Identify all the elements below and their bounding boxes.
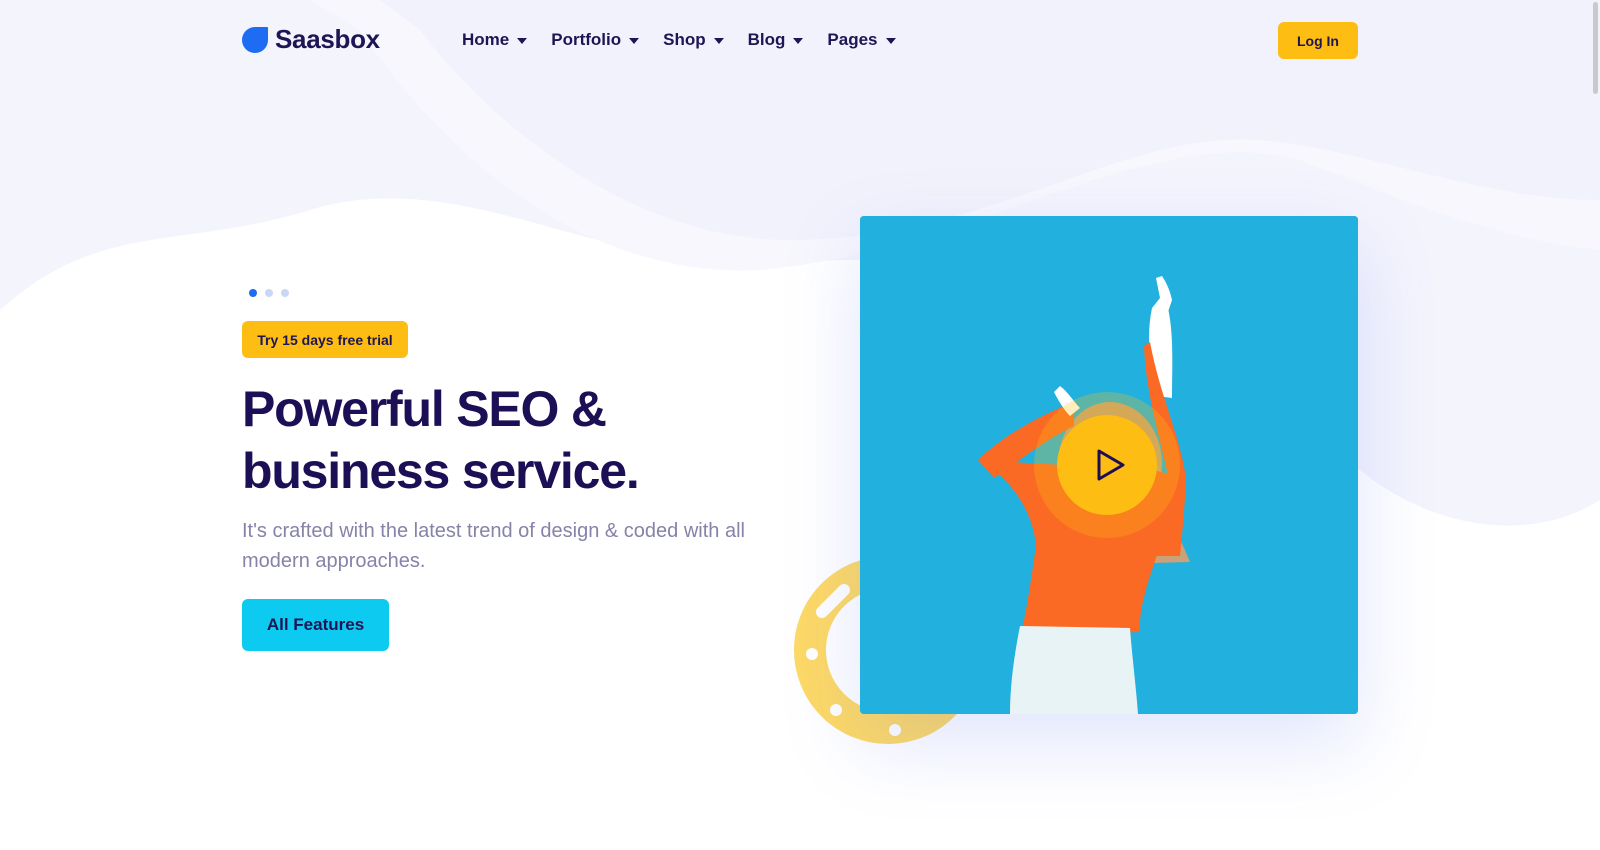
free-trial-badge[interactable]: Try 15 days free trial: [242, 321, 408, 358]
caret-down-icon: [793, 38, 804, 44]
hero-title-line-1: Powerful SEO &: [242, 381, 607, 437]
caret-down-icon: [713, 38, 724, 44]
nav-item-label: Portfolio: [551, 30, 622, 49]
nav-item-pages[interactable]: Pages: [827, 28, 896, 52]
brand-name: Saasbox: [275, 24, 380, 54]
hero-video-card: [860, 216, 1358, 714]
nav-item-blog[interactable]: Blog: [748, 28, 804, 52]
caret-down-icon: [517, 38, 528, 44]
caret-down-icon: [885, 38, 896, 44]
play-icon: [1097, 449, 1124, 481]
scrollbar-thumb[interactable]: [1593, 2, 1598, 94]
slider-dot-3[interactable]: [281, 289, 289, 297]
hero-title: Powerful SEO & business service.: [242, 378, 640, 502]
brand-logo-icon: [242, 26, 268, 53]
hero-title-line-2: business service.: [242, 443, 640, 499]
all-features-button[interactable]: All Features: [242, 599, 389, 651]
page-scrollbar[interactable]: [1590, 0, 1600, 850]
caret-down-icon: [629, 38, 640, 44]
hero-subtitle: It's crafted with the latest trend of de…: [242, 520, 745, 572]
play-video-button[interactable]: [1057, 415, 1157, 515]
nav-item-shop[interactable]: Shop: [663, 28, 724, 52]
brand-logo[interactable]: Saasbox: [242, 24, 380, 55]
slider-dot-2[interactable]: [265, 289, 273, 297]
slider-dots: [249, 289, 297, 297]
nav-item-home[interactable]: Home: [462, 28, 528, 52]
main-nav: Home Portfolio Shop Blog Pages: [462, 28, 920, 52]
nav-item-label: Blog: [747, 30, 786, 49]
slider-dot-1[interactable]: [249, 289, 257, 297]
nav-item-label: Pages: [827, 30, 878, 49]
login-button[interactable]: Log In: [1278, 22, 1358, 59]
nav-item-label: Home: [462, 30, 510, 49]
nav-item-label: Shop: [663, 30, 706, 49]
nav-item-portfolio[interactable]: Portfolio: [551, 28, 640, 52]
